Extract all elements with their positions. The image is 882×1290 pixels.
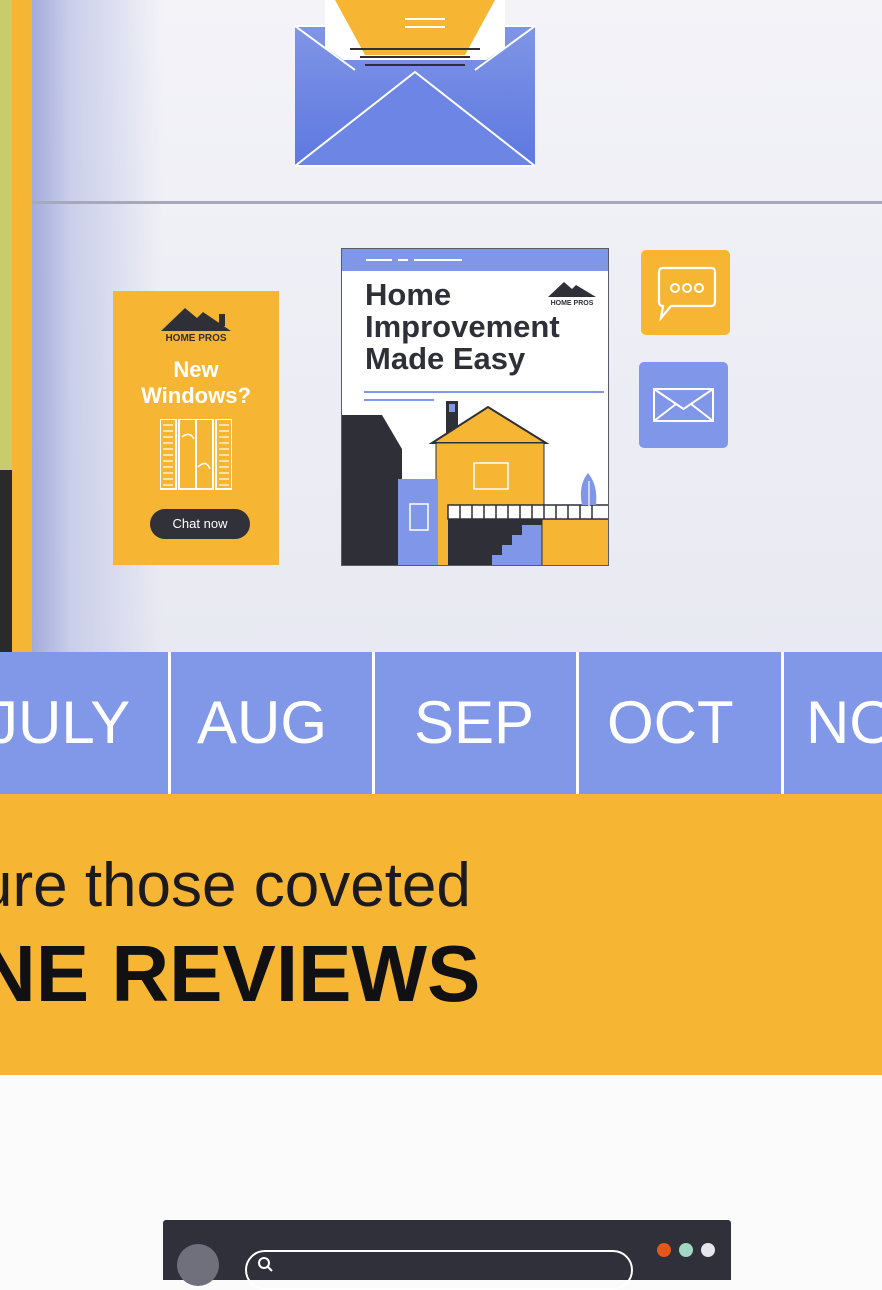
ad-logo-text: HOME PROS: [165, 333, 226, 344]
month-timeline: JULY AUG SEP OCT NO: [0, 652, 882, 794]
timeline-yellow-rail: [12, 0, 32, 652]
ad-home-logo-text: HOME PROS: [551, 300, 594, 307]
window-dot-green[interactable]: [679, 1243, 693, 1257]
home-pros-logo-icon: HOME PROS: [161, 308, 231, 344]
month-nov: NO: [806, 689, 882, 756]
search-input[interactable]: [245, 1250, 633, 1290]
new-windows-ad: HOME PROS New Windows? Chat now: [113, 291, 279, 565]
home-pros-logo-icon: HOME PROS: [548, 282, 596, 307]
month-oct: OCT: [607, 689, 734, 756]
month-separator: [576, 652, 579, 794]
banner-heading: NE REVIEWS: [0, 929, 481, 1018]
chat-now-button[interactable]: Chat now: [150, 509, 250, 539]
house-illustration-icon: [342, 391, 608, 565]
window-dot-red[interactable]: [657, 1243, 671, 1257]
month-july: JULY: [0, 689, 131, 756]
browser-window: [163, 1220, 731, 1290]
month-separator: [781, 652, 784, 794]
window-dot-white[interactable]: [701, 1243, 715, 1257]
illustration-scene: HOME PROS New Windows? Chat now Home Imp…: [0, 0, 882, 652]
search-icon: [258, 1257, 273, 1272]
reviews-banner: ure those coveted NE REVIEWS: [0, 794, 882, 1075]
month-separator: [168, 652, 171, 794]
window-shutters-icon: [160, 419, 232, 490]
month-sep: SEP: [414, 689, 535, 756]
month-aug: AUG: [197, 689, 328, 756]
mail-icon: [653, 388, 714, 422]
chat-card[interactable]: [641, 250, 730, 335]
ad-title-line2: Improvement: [365, 309, 560, 344]
photo-strip: [0, 0, 12, 652]
ad-headline: New Windows?: [113, 357, 279, 409]
mail-card[interactable]: [639, 362, 728, 448]
open-envelope-icon: [295, 0, 535, 167]
banner-subheading: ure those coveted: [0, 851, 471, 920]
shelf-divider: [32, 201, 882, 204]
chat-bubble-icon: [657, 266, 717, 322]
ad-header-bar: [342, 249, 608, 271]
avatar: [177, 1244, 219, 1286]
home-improvement-ad: Home Improvement Made Easy HOME PROS: [341, 248, 609, 566]
ad-title-line3: Made Easy: [365, 341, 526, 376]
month-separator: [372, 652, 375, 794]
ad-headline-line1: New: [173, 357, 219, 382]
ad-headline-line2: Windows?: [141, 383, 251, 408]
